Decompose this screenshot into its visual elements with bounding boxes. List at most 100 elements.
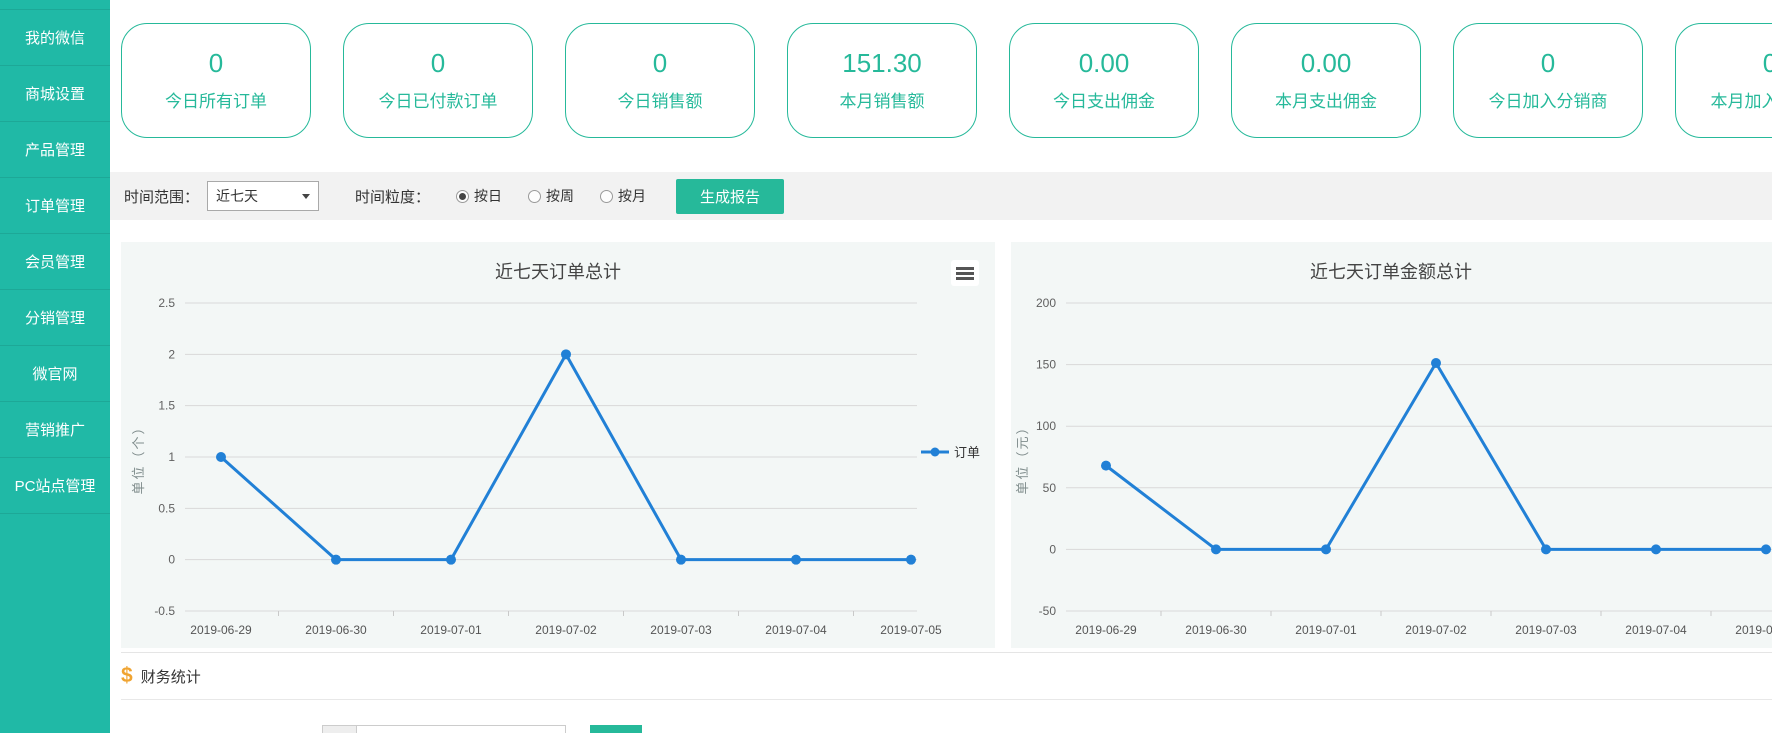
svg-text:0.5: 0.5 (158, 501, 175, 515)
svg-text:2019-07-02: 2019-07-02 (1405, 623, 1467, 637)
svg-text:2019-06-29: 2019-06-29 (1075, 623, 1137, 637)
dollar-icon: $ (121, 664, 133, 688)
finance-search-button[interactable] (590, 725, 642, 733)
svg-text:2.5: 2.5 (158, 296, 175, 310)
stat-label: 本月销售额 (840, 87, 925, 112)
svg-text:2019-06-29: 2019-06-29 (190, 623, 252, 637)
svg-text:2: 2 (168, 347, 175, 361)
stat-value: 151.30 (842, 49, 922, 78)
svg-text:2019-07-05: 2019-07-05 (880, 623, 942, 637)
chevron-down-icon (302, 194, 310, 199)
radio-icon (528, 190, 541, 203)
sidebar-item-marketing-promotion[interactable]: 营销推广 (0, 402, 110, 458)
legend-label: 订单 (954, 442, 980, 461)
svg-text:2019-06-30: 2019-06-30 (1185, 623, 1247, 637)
radio-label: 按日 (474, 186, 502, 206)
svg-text:2019-07-03: 2019-07-03 (1515, 623, 1577, 637)
svg-text:单位（元）: 单位（元） (1015, 419, 1030, 494)
finance-input-addon (322, 725, 357, 733)
sidebar-item-label: 产品管理 (25, 139, 85, 160)
stat-card-today-orders: 0 今日所有订单 (121, 23, 311, 138)
stat-value: 0 (653, 49, 667, 78)
stat-card-today-distributors: 0 今日加入分销商 (1453, 23, 1643, 138)
stat-card-month-commission: 0.00 本月支出佣金 (1231, 23, 1421, 138)
sidebar-item-label: 会员管理 (25, 251, 85, 272)
svg-text:近七天订单总计: 近七天订单总计 (495, 262, 621, 282)
time-range-selected-value: 近七天 (216, 186, 258, 206)
stat-value: 0.00 (1301, 49, 1352, 78)
svg-text:2019-07-01: 2019-07-01 (1295, 623, 1357, 637)
sidebar-item-distribution-management[interactable]: 分销管理 (0, 290, 110, 346)
sidebar-item-order-management[interactable]: 订单管理 (0, 178, 110, 234)
sidebar-partial-item (0, 0, 110, 10)
sidebar-item-micro-site[interactable]: 微官网 (0, 346, 110, 402)
stat-cards-row: 0 今日所有订单 0 今日已付款订单 0 今日销售额 151.30 本月销售额 … (121, 23, 1772, 138)
granularity-radio-weekly[interactable]: 按周 (528, 186, 574, 206)
dashboard-screen: 我的微信 商城设置 产品管理 订单管理 会员管理 分销管理 微官网 营销推广 P… (0, 0, 1772, 733)
stat-card-month-distributors: 0 本月加入分销商 (1675, 23, 1772, 138)
time-range-label: 时间范围： (124, 186, 199, 207)
stat-label: 今日所有订单 (165, 87, 267, 112)
svg-text:2019-07-04: 2019-07-04 (1625, 623, 1687, 637)
radio-icon (600, 190, 613, 203)
chart-legend-orders[interactable]: 订单 (921, 442, 980, 461)
svg-text:2019-07-04: 2019-07-04 (765, 623, 827, 637)
sidebar-item-label: 商城设置 (25, 83, 85, 104)
radio-label: 按月 (618, 186, 646, 206)
svg-text:150: 150 (1036, 358, 1056, 372)
sidebar-item-mall-settings[interactable]: 商城设置 (0, 66, 110, 122)
svg-text:2019-07-05: 2019-07-05 (1735, 623, 1772, 637)
stat-card-month-sales: 151.30 本月销售额 (787, 23, 977, 138)
chart-menu-icon[interactable] (951, 260, 979, 286)
granularity-label: 时间粒度： (355, 186, 430, 207)
svg-text:-0.5: -0.5 (154, 604, 175, 618)
stat-value: 0 (431, 49, 445, 78)
stat-value: 0 (1541, 49, 1555, 78)
sidebar-item-label: 订单管理 (25, 195, 85, 216)
stat-value: 0.00 (1079, 49, 1130, 78)
amount-line-chart: -50 0 50 100 150 200 2019-06-29 2019-06-30 2019-… (1011, 242, 1772, 648)
report-filter-bar: 时间范围： 近七天 时间粒度： 按日 按周 按月 生成报告 (110, 172, 1772, 220)
granularity-radio-daily[interactable]: 按日 (456, 186, 502, 206)
stat-label: 本月加入分销商 (1711, 87, 1772, 112)
stat-label: 本月支出佣金 (1275, 87, 1377, 112)
svg-text:200: 200 (1036, 296, 1056, 310)
sidebar-item-member-management[interactable]: 会员管理 (0, 234, 110, 290)
svg-text:2019-07-03: 2019-07-03 (650, 623, 712, 637)
stat-card-today-commission: 0.00 今日支出佣金 (1009, 23, 1199, 138)
chart-amount-panel: -50 0 50 100 150 200 2019-06-29 2019-06-30 2019-… (1011, 242, 1772, 648)
radio-label: 按周 (546, 186, 574, 206)
sidebar-item-label: 营销推广 (25, 419, 85, 440)
stat-value: 0 (209, 49, 223, 78)
radio-icon (456, 190, 469, 203)
legend-marker-icon (921, 447, 949, 457)
stat-value: 0 (1763, 49, 1772, 78)
svg-text:单位（个）: 单位（个） (131, 419, 146, 494)
sidebar-item-label: 我的微信 (25, 27, 85, 48)
generate-report-button[interactable]: 生成报告 (676, 179, 784, 214)
svg-text:1: 1 (168, 450, 175, 464)
svg-text:2019-07-02: 2019-07-02 (535, 623, 597, 637)
finance-input-field[interactable] (356, 725, 566, 733)
svg-text:2019-07-01: 2019-07-01 (420, 623, 482, 637)
sidebar-item-label: 分销管理 (25, 307, 85, 328)
sidebar-item-label: PC站点管理 (15, 475, 96, 496)
time-range-select[interactable]: 近七天 (207, 181, 319, 211)
stat-label: 今日加入分销商 (1489, 87, 1608, 112)
svg-text:2019-06-30: 2019-06-30 (305, 623, 367, 637)
svg-text:-50: -50 (1039, 604, 1057, 618)
svg-text:1.5: 1.5 (158, 399, 175, 413)
finance-section-header: $ 财务统计 (121, 653, 1772, 700)
svg-text:100: 100 (1036, 419, 1056, 433)
stat-label: 今日销售额 (618, 87, 703, 112)
sidebar-item-label: 微官网 (32, 363, 77, 384)
granularity-radio-monthly[interactable]: 按月 (600, 186, 646, 206)
sidebar-item-my-wechat[interactable]: 我的微信 (0, 10, 110, 66)
stat-card-today-paid-orders: 0 今日已付款订单 (343, 23, 533, 138)
svg-text:50: 50 (1043, 481, 1057, 495)
svg-text:0: 0 (1049, 542, 1056, 556)
sidebar-item-product-management[interactable]: 产品管理 (0, 122, 110, 178)
sidebar-item-pc-site-management[interactable]: PC站点管理 (0, 458, 110, 514)
stat-label: 今日支出佣金 (1053, 87, 1155, 112)
sidebar: 我的微信 商城设置 产品管理 订单管理 会员管理 分销管理 微官网 营销推广 P… (0, 0, 110, 733)
